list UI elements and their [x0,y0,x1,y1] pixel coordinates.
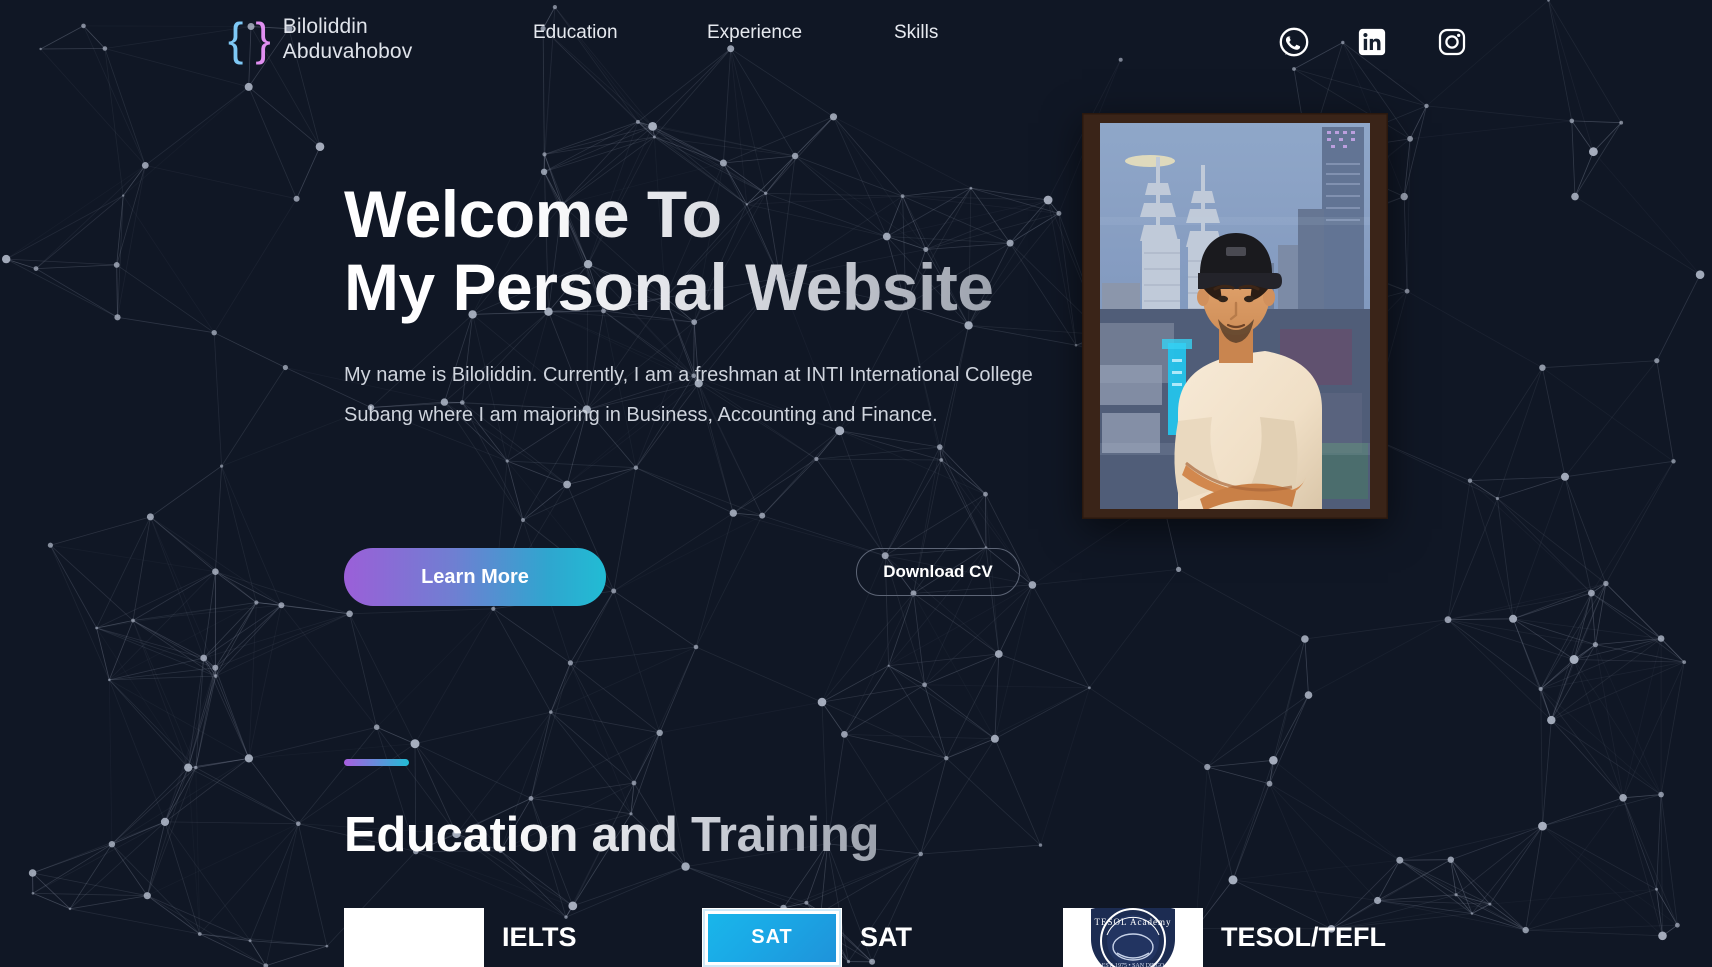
certification-item-tesol[interactable]: TESOL Academy EST. 1975 • SAN DIEGO TESO… [1063,908,1386,967]
linkedin-icon[interactable] [1357,27,1389,59]
tesol-logo-icon: TESOL Academy EST. 1975 • SAN DIEGO [1063,908,1203,967]
sat-logo-text: SAT [751,926,793,948]
hero-portrait-photo [1082,113,1388,519]
certification-label: TESOL/TEFL [1221,922,1386,952]
learn-more-button[interactable]: Learn More [344,548,606,606]
certification-list: IELTS SAT SAT TESOL Academy EST. 1975 • … [0,908,1712,967]
certification-item-ielts[interactable]: IELTS [344,908,577,967]
instagram-icon[interactable] [1437,27,1469,59]
social-links [0,26,1712,66]
page-root: { } Biloliddin Abduvahobov Education Exp… [0,0,1712,967]
education-section-title: Education and Training [344,808,880,862]
ielts-logo-icon [344,908,484,967]
hero-subtitle: My name is Biloliddin. Currently, I am a… [344,364,1033,426]
svg-text:EST. 1975 • SAN DIEGO: EST. 1975 • SAN DIEGO [1102,963,1165,967]
certification-label: IELTS [502,922,577,952]
hero-title: Welcome To My Personal Website [344,177,994,324]
download-cv-button[interactable]: Download CV [856,548,1020,596]
section-accent-bar [344,759,409,766]
whatsapp-icon[interactable] [1278,26,1310,58]
svg-text:TESOL Academy: TESOL Academy [1095,917,1172,927]
site-header: { } Biloliddin Abduvahobov Education Exp… [0,0,1712,92]
sat-logo-icon: SAT [702,908,842,967]
certification-item-sat[interactable]: SAT SAT [702,908,912,967]
certification-label: SAT [860,922,912,952]
